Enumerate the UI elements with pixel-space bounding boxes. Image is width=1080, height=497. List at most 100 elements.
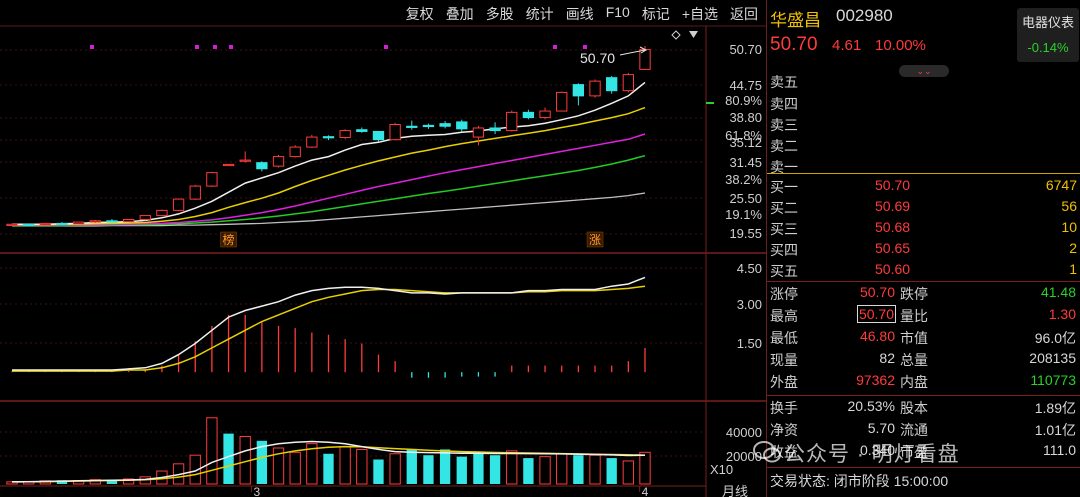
candle-body <box>56 222 68 226</box>
toolbar-fanhui-button[interactable]: 返回 <box>724 2 764 24</box>
toolbar-biaoji-button[interactable]: 标记 <box>636 2 676 24</box>
stat-value-shiying: 111.0 <box>1043 442 1076 458</box>
candle-body <box>39 222 51 226</box>
event-marker: 榜 <box>220 231 237 248</box>
sell-label: 卖四 <box>770 96 798 112</box>
candle-body <box>172 198 185 211</box>
candle <box>256 161 268 172</box>
stock-code: 002980 <box>836 6 893 25</box>
stock-name: 华盛昌 <box>770 11 821 30</box>
volume-bar <box>356 448 368 485</box>
period-label: 月线 <box>722 485 748 497</box>
buy-row: 买二 50.69 56 <box>767 196 1080 217</box>
buy-price: 50.60 <box>875 261 911 277</box>
volume-bar <box>556 453 568 485</box>
stat-label-xianliang: 现量 <box>770 352 798 368</box>
last-price-label: 50.70 <box>580 50 615 66</box>
event-marker-text: 涨 <box>589 232 601 247</box>
watermark-text: 公众号 · 明灯看盘 <box>784 443 960 466</box>
percent-tick-label: 61.8% <box>725 128 762 143</box>
candle-body <box>522 111 535 119</box>
kline-chart-area[interactable]: 50.7044.7538.8035.1231.4525.5019.5580.9%… <box>0 0 766 497</box>
buy-price: 50.69 <box>875 198 911 214</box>
volume-bar <box>206 417 218 485</box>
candle-body <box>272 156 285 167</box>
volume-bar <box>323 453 334 484</box>
stat-label-zongliang: 总量 <box>900 352 928 368</box>
toolbar-tongji-button[interactable]: 统计 <box>520 2 560 24</box>
stat-label-zhangting: 涨停 <box>770 286 798 302</box>
candle-body <box>339 130 351 139</box>
volume-bar <box>539 456 551 485</box>
candle-body <box>439 123 451 127</box>
buy-label: 买五 <box>770 263 798 279</box>
trading-status: 交易状态: 闭市阶段 15:00:00 <box>770 473 949 489</box>
volume-unit-label: X10 <box>710 462 733 477</box>
stats-divider <box>767 395 1080 396</box>
x-axis-label: 3 <box>254 485 261 497</box>
stat-label-waipan: 外盘 <box>770 374 798 390</box>
candle-body <box>472 127 485 138</box>
candle <box>339 129 351 139</box>
candle <box>539 107 551 120</box>
signal-dot <box>195 45 199 49</box>
toolbar-fuquan-button[interactable]: 复权 <box>400 2 440 24</box>
sell-row: 卖四 <box>767 92 1080 113</box>
candle <box>456 119 468 132</box>
stat-label-zuidi: 最低 <box>770 330 798 346</box>
stat-value-liutong: 1.01亿 <box>1034 422 1076 438</box>
signal-dot <box>90 45 94 49</box>
candle <box>572 83 585 106</box>
percent-tick-label: 38.2% <box>725 172 762 187</box>
ma-green-line <box>12 154 646 227</box>
signal-dot <box>229 45 233 49</box>
candle-body <box>506 111 518 132</box>
candle-body <box>6 223 18 226</box>
toolbar-diejia-button[interactable]: 叠加 <box>440 2 480 24</box>
sell-row: 卖三 <box>767 113 1080 134</box>
candle <box>322 135 335 141</box>
candle-body <box>422 124 435 128</box>
candle-body <box>322 136 335 139</box>
buy-row: 买四 50.65 2 <box>767 238 1080 259</box>
candle <box>206 171 218 187</box>
toolbar-zixuan-button[interactable]: +自选 <box>676 2 724 24</box>
sector-box[interactable]: 电器仪表 -0.14% <box>1017 8 1079 62</box>
candle-body <box>372 130 385 141</box>
stat-value-huanshou: 20.53% <box>847 398 895 414</box>
candle-body <box>572 84 585 97</box>
candle-body <box>539 110 551 119</box>
candle <box>422 123 435 129</box>
event-marker-text: 榜 <box>223 232 235 247</box>
volume-bar <box>373 459 384 484</box>
candle-body <box>139 215 151 220</box>
price-tick-label: 31.45 <box>729 155 762 170</box>
percent-tick-label: 19.1% <box>725 207 762 222</box>
toolbar-f10-button[interactable]: F10 <box>600 2 636 24</box>
toolbar-huaxian-button[interactable]: 画线 <box>560 2 600 24</box>
indicator-tick-label: 4.50 <box>737 261 762 276</box>
stock-change-pct: 10.00% <box>875 37 926 54</box>
signal-dot <box>213 45 217 49</box>
candle-body <box>122 218 135 223</box>
stat-value-waipan: 97362 <box>856 372 895 388</box>
volume-bar <box>473 452 484 484</box>
volume-bar <box>223 433 234 484</box>
candle <box>472 125 485 146</box>
candle <box>139 215 151 221</box>
candle <box>589 79 601 98</box>
sell-label: 卖五 <box>770 74 798 90</box>
candle-body <box>356 129 368 132</box>
sector-name: 电器仪表 <box>1021 15 1074 30</box>
volume-bar <box>456 456 467 484</box>
candle <box>522 109 535 120</box>
toolbar-duogu-button[interactable]: 多股 <box>480 2 520 24</box>
stat-label-neipan: 内盘 <box>900 374 928 390</box>
candle-body <box>22 223 35 226</box>
buy-volume: 6747 <box>1045 177 1077 193</box>
stat-value-neipan: 110773 <box>1030 372 1076 388</box>
buy-price: 50.65 <box>875 240 911 256</box>
sell-label: 卖三 <box>770 117 798 133</box>
stat-value-liangbi: 1.30 <box>1048 306 1076 322</box>
price-tick-label: 19.55 <box>729 226 762 241</box>
